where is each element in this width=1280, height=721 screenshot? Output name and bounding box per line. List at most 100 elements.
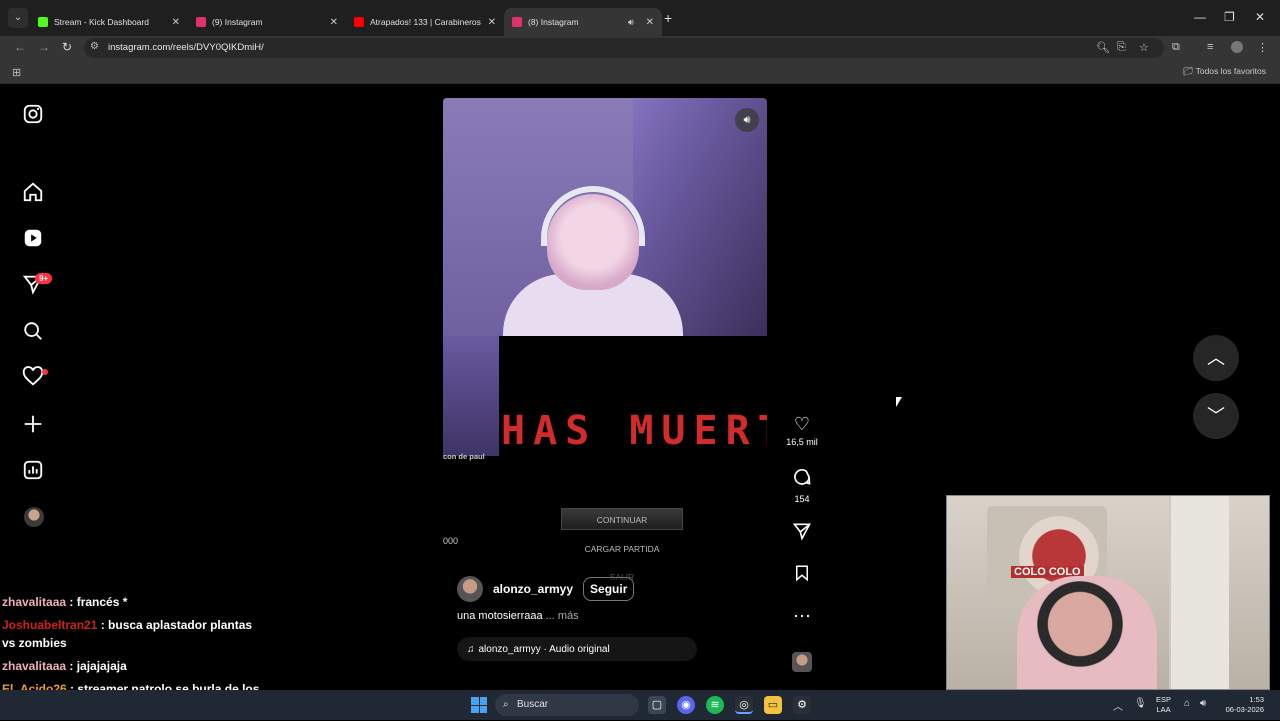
address-bar[interactable]: ⚙ instagram.com/reels/DVY0QIKDmiH/ [84,38,1164,58]
audio-avatar[interactable] [792,652,812,672]
file-explorer-icon[interactable]: ▭ [764,696,782,714]
comment-action[interactable]: 154 [782,467,822,504]
create-plus-icon[interactable] [22,413,46,437]
windows-taskbar: ⌕ Buscar ▢ ◉ ≋ ◎ ▭ ⚙ ︿ 🎙︎ ESP LAA ⌂ 🔊︎ 1… [0,690,1280,720]
streamer [1017,576,1157,689]
back-icon[interactable]: ← [14,40,26,54]
tab-search-button[interactable]: ⌄ [8,8,28,28]
instagram-logo-icon[interactable] [22,103,46,127]
tab-title: (9) Instagram [212,17,263,27]
reload-icon[interactable]: ↻ [62,40,72,54]
audio-label: alonzo_armyy · Audio original [478,643,610,655]
comment-icon[interactable] [782,467,822,492]
reels-icon[interactable] [22,227,46,251]
minimize-icon[interactable]: — [1194,10,1206,24]
reel-video[interactable]: 🔊︎ HAS MUERTO con de paul CONTINUAR CARG… [443,98,767,674]
network-icon[interactable]: ⌂ [1184,698,1190,709]
profile-avatar[interactable] [1231,41,1243,53]
clock-date: 06-03-2026 [1225,705,1264,714]
mouse-cursor [896,397,902,407]
owner-username[interactable]: alonzo_armyy [493,582,573,596]
extensions-icon[interactable]: ⧉ [1172,41,1180,54]
like-action[interactable]: ♡ 16,5 mil [782,413,822,447]
windows-start-icon[interactable] [471,697,487,713]
system-clock[interactable]: 1:53 06-03-2026 [1220,695,1264,715]
likes-count: 16,5 mil [786,437,818,447]
dashboard-chart-icon[interactable] [22,459,46,483]
microphone-icon[interactable]: 🎙︎ [1134,698,1147,709]
tab-instagram-9[interactable]: (9) Instagram ✕ [188,8,346,36]
follow-button[interactable]: Seguir [583,577,635,601]
volume-icon[interactable]: 🔊︎ [1200,698,1206,709]
reel-caption: una motosierraaa ... más [457,610,579,622]
close-tab-icon[interactable]: ✕ [488,17,496,28]
sound-toggle-icon[interactable]: 🔊︎ [735,108,759,132]
share-icon[interactable] [782,521,822,546]
tab-kick-dashboard[interactable]: Stream - Kick Dashboard ✕ [30,8,188,36]
menu-icon[interactable]: ⋮ [1257,41,1268,54]
notification-dot [42,369,48,375]
bookmarks-bar: ⊞ 📁︎ Todos los favoritos [0,60,1280,84]
next-reel-button[interactable]: ﹀ [1193,393,1239,439]
cast-icon[interactable]: ⎘ [1117,41,1126,54]
messages-badge: 9+ [35,273,53,284]
settings-app-icon[interactable]: ⚙ [793,696,811,714]
heart-icon[interactable]: ♡ [782,413,822,435]
all-bookmarks[interactable]: 📁︎ Todos los favoritos [1183,66,1266,77]
tab-instagram-8[interactable]: (8) Instagram 🔊︎ ✕ [504,8,662,36]
close-tab-icon[interactable]: ✕ [330,17,338,28]
tab-youtube-atrapados[interactable]: Atrapados! 133 | Carabineros e ✕ [346,8,504,36]
new-tab-button[interactable]: + [664,10,672,26]
media-icon[interactable]: ≡ [1207,41,1213,53]
url-text: instagram.com/reels/DVY0QIKDmiH/ [108,42,264,53]
task-view-icon[interactable]: ▢ [648,696,666,714]
search-icon[interactable] [22,320,46,344]
spotify-icon[interactable]: ≋ [706,696,724,714]
input-language[interactable]: ESP LAA [1156,695,1171,715]
instagram-icon [512,17,522,27]
tray-chevron-icon[interactable]: ︿ [1113,698,1123,713]
game-over-text: HAS MUERTO [501,408,767,454]
zoom-icon[interactable]: 🔍︎ [1096,41,1110,54]
home-icon[interactable] [22,181,46,205]
close-tab-icon[interactable]: ✕ [646,17,654,28]
forward-icon[interactable]: → [38,40,50,54]
reel-owner: alonzo_armyy Seguir [457,576,635,602]
kick-icon [38,17,48,27]
chat-message: zhavalitaaa : jajajajaja [2,657,262,675]
caption-more-link[interactable]: ... más [546,610,579,622]
reel-webcam-section: 🔊︎ [443,98,767,336]
bookmark-icon[interactable] [782,563,822,588]
owner-avatar[interactable] [457,576,483,602]
close-window-icon[interactable]: ✕ [1255,10,1265,24]
taskbar-search[interactable]: ⌕ Buscar [495,694,639,716]
reel-actions: ♡ 16,5 mil 154 ⋯ [782,85,822,690]
chrome-icon[interactable]: ◎ [735,696,753,714]
apps-icon[interactable]: ⊞ [12,66,21,79]
clock-time: 1:53 [1249,695,1264,704]
more-options[interactable]: ⋯ [782,605,822,627]
audio-pill[interactable]: ♫ alonzo_armyy · Audio original [457,637,697,661]
profile-avatar[interactable] [24,507,44,527]
chat-text: : jajajajaja [66,659,127,673]
reel-side-strip [443,336,499,456]
caption-text: una motosierraaa [457,610,543,622]
game-left-text: con de paul [443,452,485,461]
close-tab-icon[interactable]: ✕ [172,17,180,28]
instagram-page: 9+ 🔊︎ HAS MUERTO con de paul CONTINUA [0,85,1280,714]
all-bookmarks-label: Todos los favoritos [1195,66,1266,76]
search-icon: ⌕ [503,699,509,710]
discord-icon[interactable]: ◉ [677,696,695,714]
more-icon[interactable]: ⋯ [782,605,822,627]
tab-title: (8) Instagram [528,17,579,27]
site-info-icon[interactable]: ⚙ [90,41,99,52]
share-action[interactable] [782,521,822,546]
reel-game-section: HAS MUERTO con de paul CONTINUAR CARGAR … [443,336,767,674]
chat-message: Joshuabeltran21 : busca aplastador plant… [2,616,262,652]
previous-reel-button[interactable]: ︿ [1193,335,1239,381]
save-action[interactable] [782,563,822,588]
music-note-icon: ♫ [467,643,475,655]
speaker-icon[interactable]: 🔊︎ [628,17,634,28]
bookmark-star-icon[interactable]: ☆ [1139,41,1149,54]
restore-icon[interactable]: ❐ [1224,10,1235,24]
